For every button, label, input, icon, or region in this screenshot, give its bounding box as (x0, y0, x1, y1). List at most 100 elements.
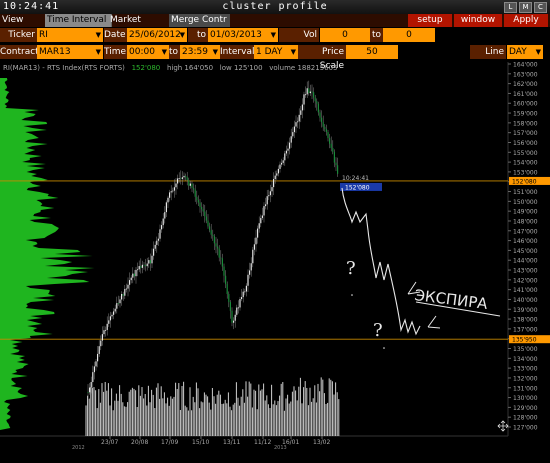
y-tick-label: 160'000 (513, 101, 538, 108)
candle-body (284, 153, 286, 161)
volume-bar (200, 401, 202, 436)
volume-bar (85, 405, 87, 436)
candle-body (205, 216, 207, 221)
candle-body (311, 91, 313, 93)
candle-body (95, 361, 97, 367)
volume-bar (199, 408, 201, 436)
volume-bar (293, 386, 295, 436)
volume-bar (210, 409, 212, 436)
candle-body (242, 291, 244, 298)
x-tick-label: 13/11 (223, 439, 240, 446)
price-chart[interactable]: 164'000 163'000 162'000 161'000 160'000 159'0… (0, 0, 550, 463)
candle-body (228, 293, 230, 303)
candle-body (146, 263, 148, 267)
candle-body (231, 310, 233, 323)
candle-body (220, 257, 222, 259)
y-tick-label: 140'000 (513, 297, 538, 304)
candle-body (319, 112, 321, 118)
candle-body (119, 299, 121, 304)
candle-body (241, 297, 243, 300)
x-tick-label: 23/07 (101, 439, 118, 446)
y-tick-label: 151'000 (513, 189, 538, 196)
candle-body (233, 320, 235, 323)
candle-body (306, 88, 308, 95)
y-tick-label: 156'000 (513, 140, 538, 147)
candle-body (274, 175, 276, 180)
volume-bar (159, 398, 161, 436)
candle-body (186, 177, 188, 181)
candle-body (215, 243, 217, 247)
volume-bar (202, 402, 204, 436)
volume-bar (141, 387, 143, 436)
candle-body (329, 138, 331, 144)
candle-body (100, 340, 102, 347)
y-tick-label: 127'000 (513, 425, 538, 432)
candle-body (189, 183, 191, 186)
support-marker-label: 135'950 (512, 337, 537, 344)
candle-body (261, 215, 263, 219)
volume-bar (328, 378, 330, 436)
volume-bar (135, 390, 137, 436)
y-tick-label: 129'000 (513, 405, 538, 412)
volume-bar (234, 402, 236, 436)
candle-body (221, 258, 223, 267)
candle-body (295, 122, 297, 127)
candle-body (257, 228, 259, 238)
candle-body (229, 302, 231, 311)
candle-body (210, 230, 212, 235)
candle-body (327, 131, 329, 139)
volume-bar (160, 386, 162, 436)
y-tick-label: 130'000 (513, 395, 538, 402)
volume-bar (192, 396, 194, 436)
volume-bar (259, 390, 261, 436)
volume-bar (245, 381, 247, 436)
volume-bar (242, 389, 244, 436)
volume-bar (109, 405, 111, 436)
volume-bar (189, 387, 191, 436)
y-tick-label: 133'000 (513, 366, 538, 373)
candle-body (109, 316, 111, 321)
volume-bar (101, 383, 103, 436)
candle-body (164, 212, 166, 219)
y-tick-label: 159'000 (513, 111, 538, 118)
volume-bar (315, 402, 317, 436)
candle-body (297, 121, 299, 123)
candle-body (298, 114, 300, 122)
volume-bar (272, 404, 274, 436)
volume-bar (266, 395, 268, 436)
volume-bar (325, 403, 327, 436)
volume-bar (271, 384, 273, 436)
y-tick-label: 153'000 (513, 169, 538, 176)
volume-bar (303, 387, 305, 436)
volume-bar (237, 397, 239, 436)
candle-body (265, 204, 267, 207)
volume-bar (309, 387, 311, 436)
candle-body (173, 187, 175, 191)
volume-bar (128, 391, 130, 436)
candle-body (135, 269, 137, 277)
volume-bar (91, 388, 93, 436)
candle-body (90, 382, 92, 388)
volume-bar (120, 393, 122, 436)
volume-bar (285, 398, 287, 436)
volume-bar (333, 394, 335, 436)
candle-body (193, 187, 195, 190)
candle-body (333, 151, 335, 163)
volume-bar (282, 382, 284, 436)
volume-bar (243, 402, 245, 436)
candle-body (252, 249, 254, 264)
volume-bar (331, 381, 333, 436)
volume-bar (133, 388, 135, 436)
candle-body (314, 97, 316, 102)
candle-body (332, 148, 334, 152)
candle-body (177, 178, 179, 184)
candle-body (281, 162, 283, 165)
volume-bar (338, 399, 340, 436)
volume-bar (335, 382, 337, 436)
y-tick-label: 150'000 (513, 199, 538, 206)
volume-bar (320, 377, 322, 436)
drawn-dot (351, 294, 353, 296)
candle-body (93, 366, 95, 373)
candle-body (132, 273, 134, 278)
candle-body (170, 191, 172, 193)
